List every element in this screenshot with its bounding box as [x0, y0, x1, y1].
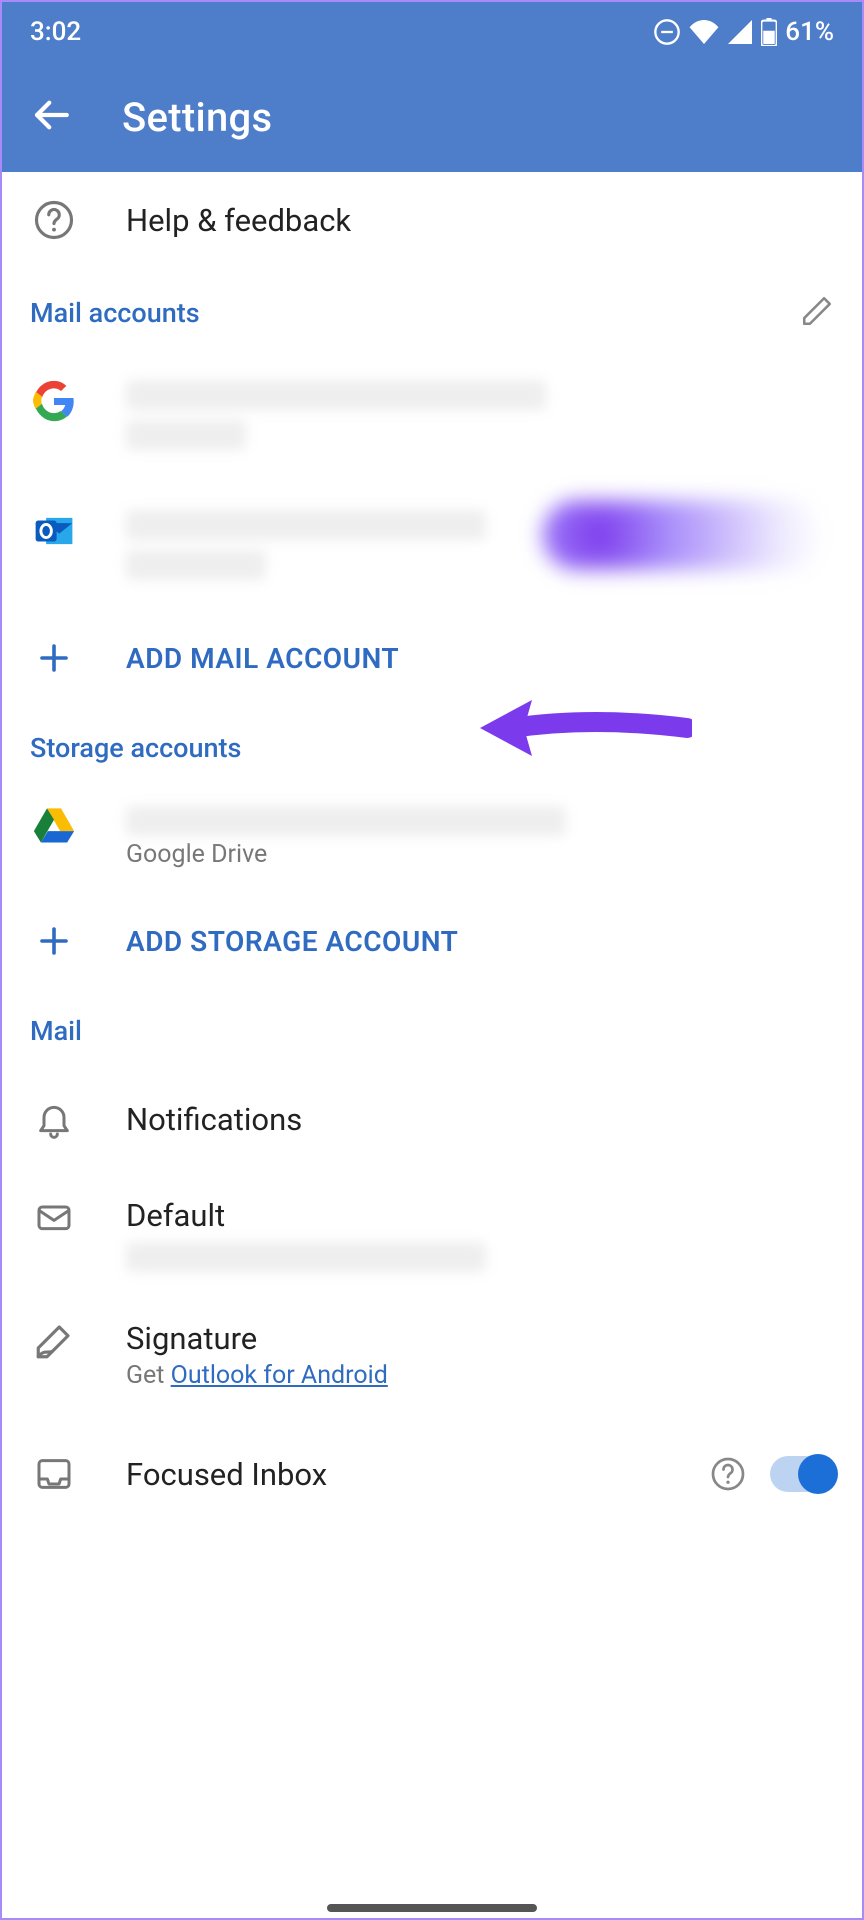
bell-icon — [34, 1099, 74, 1139]
add-mail-account-button[interactable]: ADD MAIL ACCOUNT — [2, 610, 862, 706]
section-label: Mail accounts — [30, 297, 200, 329]
section-mail: Mail — [2, 989, 862, 1065]
back-button[interactable] — [30, 94, 72, 140]
drive-sub: Google Drive — [126, 840, 834, 869]
home-indicator[interactable] — [327, 1904, 537, 1912]
redacted-text — [126, 380, 546, 410]
arrow-left-icon — [30, 94, 72, 136]
notifications-row[interactable]: Notifications — [2, 1065, 862, 1173]
add-storage-account-label: ADD STORAGE ACCOUNT — [126, 925, 834, 958]
add-mail-account-label: ADD MAIL ACCOUNT — [126, 642, 834, 675]
help-icon — [33, 199, 75, 241]
redacted-text — [126, 550, 266, 580]
outlook-android-link[interactable]: Outlook for Android — [171, 1361, 388, 1390]
help-feedback-label: Help & feedback — [126, 202, 834, 239]
wifi-icon — [689, 20, 719, 44]
signature-prefix: Get — [126, 1361, 171, 1390]
section-label: Storage accounts — [30, 732, 241, 764]
status-right: 61% — [653, 17, 834, 47]
signature-label: Signature — [126, 1320, 834, 1357]
inbox-icon — [34, 1454, 74, 1494]
redacted-text — [126, 806, 566, 836]
signature-sub: Get Outlook for Android — [126, 1361, 834, 1390]
annotation-arrow-icon — [472, 688, 692, 768]
default-row[interactable]: Default — [2, 1173, 862, 1296]
app-bar: Settings — [2, 62, 862, 172]
page-title: Settings — [122, 94, 272, 141]
focused-inbox-row[interactable]: Focused Inbox — [2, 1414, 862, 1510]
status-time: 3:02 — [30, 17, 81, 47]
do-not-disturb-icon — [653, 18, 681, 46]
add-storage-account-button[interactable]: ADD STORAGE ACCOUNT — [2, 893, 862, 989]
status-bar: 3:02 61% — [2, 2, 862, 62]
cell-signal-icon — [727, 20, 753, 44]
mail-account-outlook[interactable] — [2, 480, 862, 610]
battery-icon — [761, 18, 777, 46]
redacted-text — [126, 420, 246, 450]
google-drive-icon — [33, 806, 75, 844]
default-label: Default — [126, 1197, 834, 1234]
signature-row[interactable]: Signature Get Outlook for Android — [2, 1296, 862, 1414]
focused-inbox-toggle[interactable] — [770, 1456, 834, 1492]
signature-icon — [33, 1320, 75, 1362]
section-label: Mail — [30, 1015, 82, 1047]
plus-icon — [36, 923, 72, 959]
redacted-highlight — [542, 500, 822, 570]
mail-icon — [34, 1197, 74, 1237]
help-icon[interactable] — [710, 1456, 746, 1492]
battery-percent: 61% — [785, 17, 834, 47]
edit-accounts-button[interactable] — [800, 294, 834, 332]
focused-inbox-label: Focused Inbox — [126, 1456, 662, 1493]
mail-account-google[interactable] — [2, 350, 862, 480]
redacted-text — [126, 510, 486, 540]
storage-account-drive[interactable]: Google Drive — [2, 782, 862, 893]
plus-icon — [36, 640, 72, 676]
notifications-label: Notifications — [126, 1101, 834, 1138]
help-feedback-row[interactable]: Help & feedback — [2, 172, 862, 268]
google-icon — [33, 380, 75, 422]
pencil-icon — [800, 294, 834, 328]
outlook-icon — [33, 510, 75, 552]
section-mail-accounts: Mail accounts — [2, 268, 862, 350]
section-storage-accounts: Storage accounts — [2, 706, 862, 782]
redacted-text — [126, 1242, 486, 1272]
